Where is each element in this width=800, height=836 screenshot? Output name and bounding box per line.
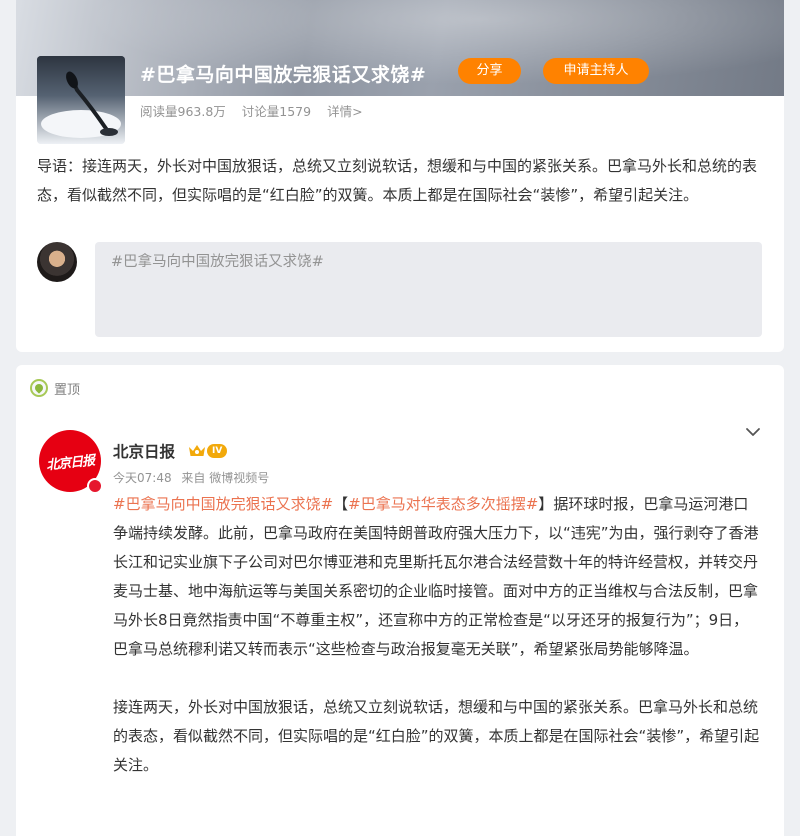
apply-host-button[interactable]: 申请主持人: [543, 58, 649, 84]
verified-badge-icon: [87, 478, 103, 494]
topic-card: #巴拿马向中国放完狠话又求饶# 分享 申请主持人 阅读量963.8万 讨论量15…: [16, 0, 784, 352]
topic-intro: 导语：接连两天，外长对中国放狠话，总统又立刻说软话，想缓和与中国的紧张关系。巴拿…: [37, 157, 758, 204]
post-composer-input[interactable]: #巴拿马向中国放完狠话又求饶#: [95, 242, 762, 337]
post-time[interactable]: 今天07:48: [113, 471, 172, 485]
post-card: 置顶 北京日报 北京日报 IV 今天07:48 来自 微博视频号 #巴拿马向中国…: [16, 365, 784, 836]
post-source: 来自 微博视频号: [181, 471, 270, 485]
vip-level: IV: [207, 443, 228, 458]
pinned-label: 置顶: [54, 382, 81, 398]
vip-badge[interactable]: IV: [188, 442, 236, 459]
author-logo: 北京日报: [45, 453, 95, 473]
pinned-indicator: 置顶: [30, 377, 80, 399]
discussion-count: 讨论量1579: [241, 104, 312, 119]
author-avatar[interactable]: 北京日报: [39, 430, 103, 494]
pin-icon: [30, 379, 48, 397]
author-name[interactable]: 北京日报: [113, 440, 175, 462]
chevron-down-icon[interactable]: [744, 423, 762, 441]
read-count: 阅读量963.8万: [140, 104, 226, 119]
crown-icon: [188, 443, 206, 458]
post-meta: 今天07:48 来自 微博视频号: [113, 469, 275, 486]
microphone-image: [37, 56, 125, 144]
topic-thumbnail-microphone-image[interactable]: [37, 56, 125, 144]
post-body: #巴拿马向中国放完狠话又求饶#【#巴拿马对华表态多次摇摆#】据环球时报，巴拿马运…: [113, 490, 763, 809]
post-paragraph: 接连两天，外长对中国放狠话，总统又立刻说软话，想缓和与中国的紧张关系。巴拿马外长…: [113, 693, 763, 780]
bracket-open: 【: [333, 495, 349, 513]
post-text: 接连两天，外长对中国放狠话，总统又立刻说软话，想缓和与中国的紧张关系。巴拿马外长…: [113, 698, 760, 774]
bracket-close: 】: [538, 495, 554, 513]
topic-stats: 阅读量963.8万 讨论量1579 详情>: [140, 101, 375, 120]
hashtag-link[interactable]: #巴拿马对华表态多次摇摆#: [348, 495, 538, 513]
hashtag-link[interactable]: #巴拿马向中国放完狠话又求饶#: [113, 495, 333, 513]
composer-placeholder: #巴拿马向中国放完狠话又求饶#: [111, 254, 324, 270]
topic-title: #巴拿马向中国放完狠话又求饶#: [140, 64, 427, 86]
post-text: 据环球时报，巴拿马运河港口争端持续发酵。此前，巴拿马政府在美国特朗普政府强大压力…: [113, 495, 759, 658]
details-link[interactable]: 详情>: [327, 104, 362, 119]
post-paragraph: #巴拿马向中国放完狠话又求饶#【#巴拿马对华表态多次摇摆#】据环球时报，巴拿马运…: [113, 490, 763, 664]
user-avatar[interactable]: [37, 242, 77, 282]
share-button[interactable]: 分享: [458, 58, 521, 84]
